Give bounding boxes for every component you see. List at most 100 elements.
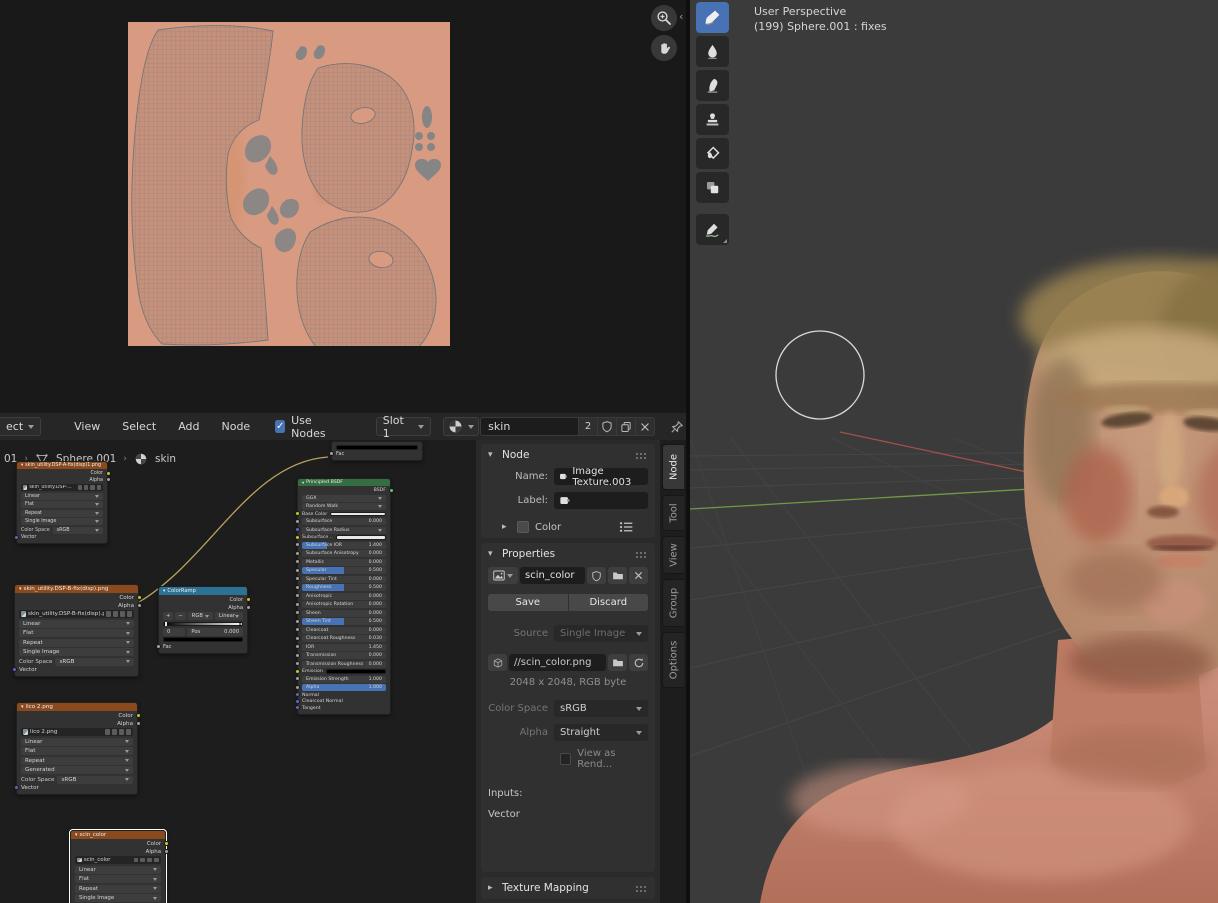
output-socket[interactable] xyxy=(137,603,142,608)
duplicate-icon[interactable] xyxy=(140,858,145,863)
value-slider[interactable]: Alpha1.000 xyxy=(302,684,386,691)
input-socket[interactable] xyxy=(295,542,300,547)
value-slider[interactable]: Anisotropic0.000 xyxy=(302,593,386,600)
menu-select[interactable]: Select xyxy=(111,420,167,433)
colorspace-dropdown[interactable]: sRGB xyxy=(554,700,648,717)
fake-user-button[interactable] xyxy=(598,417,617,436)
input-socket[interactable] xyxy=(295,619,300,624)
output-socket[interactable] xyxy=(389,488,394,493)
dropdown-row[interactable]: Single Image xyxy=(21,518,103,525)
node-dropdown[interactable]: Linear xyxy=(19,620,134,628)
duplicate-icon[interactable] xyxy=(84,485,88,489)
node-image-texture-3[interactable]: ▾scin_colorColorAlphascin_colorLinearFla… xyxy=(70,830,166,903)
tool-draw-button[interactable] xyxy=(696,2,729,33)
value-slider-row[interactable]: Clearcoat0.000 xyxy=(302,627,386,634)
input-socket[interactable] xyxy=(295,585,300,590)
node-colorramp[interactable]: ▾ColorRampColorAlpha+−RGBLinear0Pos0.000… xyxy=(158,586,248,654)
value-slider[interactable]: IOR1.450 xyxy=(302,644,386,651)
value-slider[interactable]: Sheen0.000 xyxy=(302,610,386,617)
fake-user-shield-icon[interactable] xyxy=(106,611,111,616)
image-selector-row[interactable]: skin_utility.DSP-... xyxy=(21,484,103,491)
node-dropdown[interactable]: Linear xyxy=(75,866,161,874)
value-slider-row[interactable]: IOR1.450 xyxy=(302,644,386,651)
node-dropdown[interactable]: Repeat xyxy=(21,510,103,517)
value-slider-row[interactable]: Subsurface IOR1.400 xyxy=(302,542,386,549)
image-selector-row[interactable]: lico 2.png xyxy=(21,728,133,736)
node-image-texture-0[interactable]: ▾skin_utility.DSP-A-fix(disp)1.pngColorA… xyxy=(16,461,108,544)
duplicate-icon[interactable] xyxy=(112,729,117,734)
input-socket[interactable] xyxy=(295,627,300,632)
breadcrumb-material[interactable]: skin xyxy=(155,453,176,465)
input-socket[interactable] xyxy=(295,519,300,524)
pan-button[interactable] xyxy=(651,35,677,61)
node-header[interactable]: ▾lico 2.png xyxy=(17,703,137,711)
output-socket[interactable] xyxy=(164,849,169,854)
color-swatch[interactable] xyxy=(326,669,386,673)
tab-options[interactable]: Options xyxy=(662,632,684,688)
output-socket[interactable] xyxy=(246,605,251,610)
node-dropdown[interactable]: GGX xyxy=(302,495,386,502)
drag-dots-icon[interactable] xyxy=(635,551,648,558)
input-socket[interactable] xyxy=(295,692,300,697)
dropdown-row[interactable]: Repeat xyxy=(21,757,133,765)
value-slider[interactable]: Clearcoat0.000 xyxy=(302,627,386,634)
value-slider-row[interactable]: Roughness0.500 xyxy=(302,584,386,591)
position-field[interactable]: Pos0.000 xyxy=(187,628,243,636)
value-slider[interactable]: Transmission Roughness0.000 xyxy=(302,661,386,668)
discard-button[interactable]: Discard xyxy=(569,594,649,611)
input-socket[interactable] xyxy=(295,535,300,540)
node-principled-bsdf[interactable]: ▾Principled BSDFBSDFGGXRandom WalkBase C… xyxy=(297,478,391,715)
dropdown-row[interactable]: Linear xyxy=(21,738,133,746)
input-socket[interactable] xyxy=(295,705,300,710)
ramp-handle[interactable] xyxy=(239,622,241,627)
input-socket[interactable] xyxy=(295,610,300,615)
dropdown-row[interactable]: Linear xyxy=(21,493,103,500)
node-dropdown[interactable]: Flat xyxy=(75,875,161,883)
duplicate-icon[interactable] xyxy=(113,611,118,616)
value-slider-row[interactable]: Emission Strength1.000 xyxy=(302,676,386,683)
output-socket[interactable] xyxy=(246,597,251,602)
slot-dropdown[interactable]: Slot 1 xyxy=(376,417,431,436)
fake-user-shield-icon[interactable] xyxy=(78,485,82,489)
value-slider[interactable]: Subsurface IOR1.400 xyxy=(302,542,386,549)
drag-dots-icon[interactable] xyxy=(635,885,648,892)
menu-view[interactable]: View xyxy=(63,420,111,433)
new-image-button[interactable] xyxy=(617,417,636,436)
input-socket[interactable] xyxy=(295,699,300,704)
menu-add[interactable]: Add xyxy=(167,420,210,433)
image-selector-row[interactable]: skin_utility.DSP-B-fix(disp).png xyxy=(19,610,134,618)
dropdown-row[interactable]: Random Walk xyxy=(302,503,386,510)
remove-stop-button[interactable]: − xyxy=(175,612,185,620)
tool-fill-button[interactable] xyxy=(696,138,729,169)
value-slider-row[interactable]: Anisotropic0.000 xyxy=(302,593,386,600)
color-mode-dropdown[interactable]: RGB xyxy=(188,612,213,620)
view-as-render-checkbox[interactable] xyxy=(560,753,571,765)
dropdown-row[interactable]: Repeat xyxy=(21,510,103,517)
stop-index-field[interactable]: 0 xyxy=(163,628,185,636)
value-slider[interactable]: Anisotropic Rotation0.000 xyxy=(302,601,386,608)
dropdown-row[interactable]: Repeat xyxy=(19,639,134,647)
input-socket[interactable] xyxy=(295,661,300,666)
dropdown-row[interactable]: Subsurface Radius xyxy=(302,527,386,534)
node-dropdown[interactable]: Single Image xyxy=(19,648,134,656)
output-socket[interactable] xyxy=(106,471,111,476)
dropdown-row[interactable]: Flat xyxy=(21,501,103,508)
alpha-dropdown[interactable]: Straight xyxy=(554,724,648,741)
node-dropdown[interactable]: Single Image xyxy=(75,894,161,902)
value-slider-row[interactable]: Subsurface Anisotropy0.000 xyxy=(302,550,386,557)
value-slider-row[interactable]: Clearcoat Roughness0.030 xyxy=(302,635,386,642)
node-header[interactable]: ▾ColorRamp xyxy=(159,587,247,595)
color-swatch[interactable] xyxy=(330,512,386,516)
node-dropdown[interactable]: Generated xyxy=(21,766,133,774)
color-swatch[interactable] xyxy=(517,521,529,533)
value-slider-row[interactable]: Alpha1.000 xyxy=(302,684,386,691)
node-header[interactable]: ▾skin_utility.DSP-B-fix(disp).png xyxy=(15,585,138,593)
colorspace-row[interactable]: Color SpacesRGB xyxy=(21,776,133,784)
input-socket[interactable] xyxy=(12,667,17,672)
value-slider-row[interactable]: Metallic0.000 xyxy=(302,559,386,566)
value-slider-row[interactable]: Subsurface0.000 xyxy=(302,518,386,525)
node-image-texture-2[interactable]: ▾lico 2.pngColorAlphalico 2.pngLinearFla… xyxy=(16,702,138,795)
value-slider[interactable]: Sheen Tint0.500 xyxy=(302,618,386,625)
input-socket[interactable] xyxy=(295,568,300,573)
input-socket[interactable] xyxy=(295,644,300,649)
